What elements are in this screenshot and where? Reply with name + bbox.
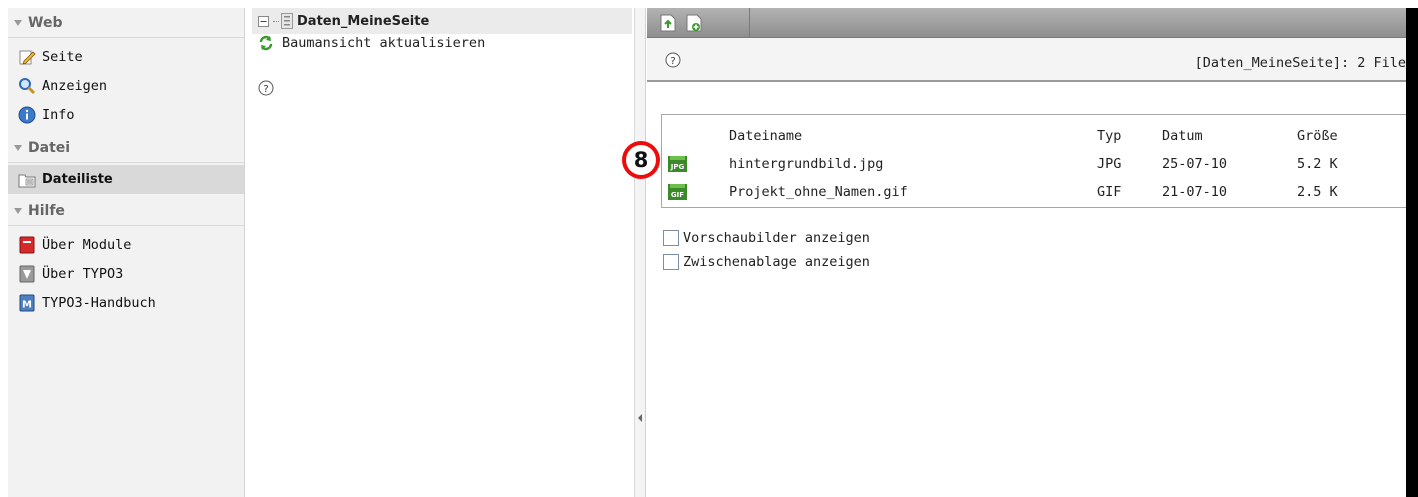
- file-size: 2.5 K: [1297, 184, 1338, 200]
- file-type: GIF: [1097, 184, 1122, 200]
- menu-item-label: Seite: [42, 48, 83, 65]
- collapse-arrow-icon[interactable]: [638, 414, 642, 422]
- file-name-link[interactable]: hintergrundbild.jpg: [729, 156, 883, 172]
- magnifier-icon: [18, 77, 36, 95]
- tree-root-label: Daten_MeineSeite: [297, 13, 430, 29]
- table-row[interactable]: JPG hintergrundbild.jpg JPG 25-07-10 5.2…: [662, 151, 1407, 179]
- file-type: JPG: [1097, 156, 1122, 172]
- callout-number: 8: [626, 145, 656, 175]
- tree-collapse-icon[interactable]: [258, 15, 269, 27]
- help-icon[interactable]: ?: [665, 52, 681, 72]
- gif-file-icon[interactable]: GIF: [668, 182, 688, 202]
- new-file-icon[interactable]: [683, 12, 705, 34]
- thumbnails-option[interactable]: Vorschaubilder anzeigen: [663, 230, 870, 246]
- table-header-row: Dateiname Typ Datum Größe: [662, 123, 1407, 151]
- page-edit-icon: [18, 48, 36, 66]
- section-title: Datei: [28, 139, 71, 156]
- panel-collapse-handle[interactable]: [634, 8, 646, 497]
- clipboard-label: Zwischenablage anzeigen: [683, 254, 870, 270]
- thumbnails-label: Vorschaubilder anzeigen: [683, 230, 870, 246]
- collapse-triangle-icon: [14, 207, 22, 214]
- typo3-shield-icon: [18, 265, 36, 283]
- menu-item-ueber-typo3[interactable]: Über TYPO3: [8, 259, 244, 288]
- toolbar-separator: [749, 7, 750, 38]
- thumbnails-checkbox[interactable]: [663, 230, 679, 246]
- section-web-header[interactable]: Web: [8, 8, 244, 38]
- file-table: Dateiname Typ Datum Größe JPG hintergrun…: [661, 114, 1406, 208]
- section-hilfe-header[interactable]: Hilfe: [8, 196, 244, 226]
- file-date: 25-07-10: [1162, 156, 1228, 172]
- tree-help-icon[interactable]: ?: [258, 80, 274, 100]
- section-datei-header[interactable]: Datei: [8, 133, 244, 163]
- folder-tree: Daten_MeineSeite Baumansicht aktualisier…: [246, 8, 634, 497]
- svg-text:JPG: JPG: [670, 163, 685, 171]
- menu-item-info[interactable]: Info: [8, 100, 244, 129]
- svg-text:M: M: [22, 299, 32, 310]
- path-info: [Daten_MeineSeite]: 2 File: [1194, 55, 1406, 71]
- svg-text:?: ?: [670, 56, 675, 67]
- file-list-module: ? [Daten_MeineSeite]: 2 File Dateiname T…: [647, 7, 1406, 497]
- jpg-file-icon[interactable]: JPG: [668, 154, 688, 174]
- callout-marker: 8: [622, 141, 660, 179]
- docheader-row: ? [Daten_MeineSeite]: 2 File: [647, 38, 1406, 82]
- menu-item-label: Über Module: [42, 236, 132, 253]
- column-header-date[interactable]: Datum: [1162, 128, 1203, 144]
- menu-item-anzeigen[interactable]: Anzeigen: [8, 71, 244, 100]
- menu-item-label: Über TYPO3: [42, 265, 124, 282]
- refresh-icon: [258, 35, 274, 51]
- storage-folder-icon: [281, 13, 293, 29]
- book-red-icon: [18, 236, 36, 254]
- column-header-size[interactable]: Größe: [1297, 128, 1338, 144]
- section-title: Hilfe: [28, 202, 65, 219]
- tree-refresh-link[interactable]: Baumansicht aktualisieren: [258, 35, 485, 51]
- menu-item-label: TYPO3-Handbuch: [42, 294, 156, 311]
- menu-item-label: Dateiliste: [42, 172, 113, 187]
- file-date: 21-07-10: [1162, 184, 1228, 200]
- column-header-type[interactable]: Typ: [1097, 128, 1121, 144]
- info-icon: [18, 106, 36, 124]
- menu-item-typo3-handbuch[interactable]: M TYPO3-Handbuch: [8, 288, 244, 317]
- menu-item-label: Info: [42, 106, 75, 123]
- file-name-link[interactable]: Projekt_ohne_Namen.gif: [729, 184, 908, 200]
- tree-root-folder[interactable]: Daten_MeineSeite: [252, 8, 632, 34]
- clipboard-checkbox[interactable]: [663, 254, 679, 270]
- svg-text:?: ?: [263, 84, 268, 95]
- tree-refresh-label: Baumansicht aktualisieren: [282, 35, 486, 51]
- menu-item-label: Anzeigen: [42, 77, 108, 94]
- column-header-name[interactable]: Dateiname: [729, 128, 802, 144]
- menu-item-seite[interactable]: Seite: [8, 42, 244, 71]
- file-size: 5.2 K: [1297, 156, 1338, 172]
- menu-item-dateiliste[interactable]: Dateiliste: [8, 165, 244, 194]
- table-row[interactable]: GIF Projekt_ohne_Namen.gif GIF 21-07-10 …: [662, 179, 1407, 207]
- clipboard-option[interactable]: Zwischenablage anzeigen: [663, 254, 870, 270]
- menu-item-ueber-module[interactable]: Über Module: [8, 230, 244, 259]
- docheader-toolbar: [647, 7, 1406, 38]
- section-title: Web: [28, 14, 63, 31]
- upload-icon[interactable]: [657, 12, 679, 34]
- svg-text:GIF: GIF: [671, 191, 684, 199]
- tree-connector: [273, 20, 279, 22]
- window-edge: [1406, 8, 1418, 497]
- collapse-triangle-icon: [14, 144, 22, 151]
- manual-icon: M: [18, 294, 36, 312]
- collapse-triangle-icon: [14, 19, 22, 26]
- module-menu: Web Seite Anzeigen Info Datei Dateiliste…: [8, 8, 245, 497]
- folder-list-icon: [18, 171, 36, 189]
